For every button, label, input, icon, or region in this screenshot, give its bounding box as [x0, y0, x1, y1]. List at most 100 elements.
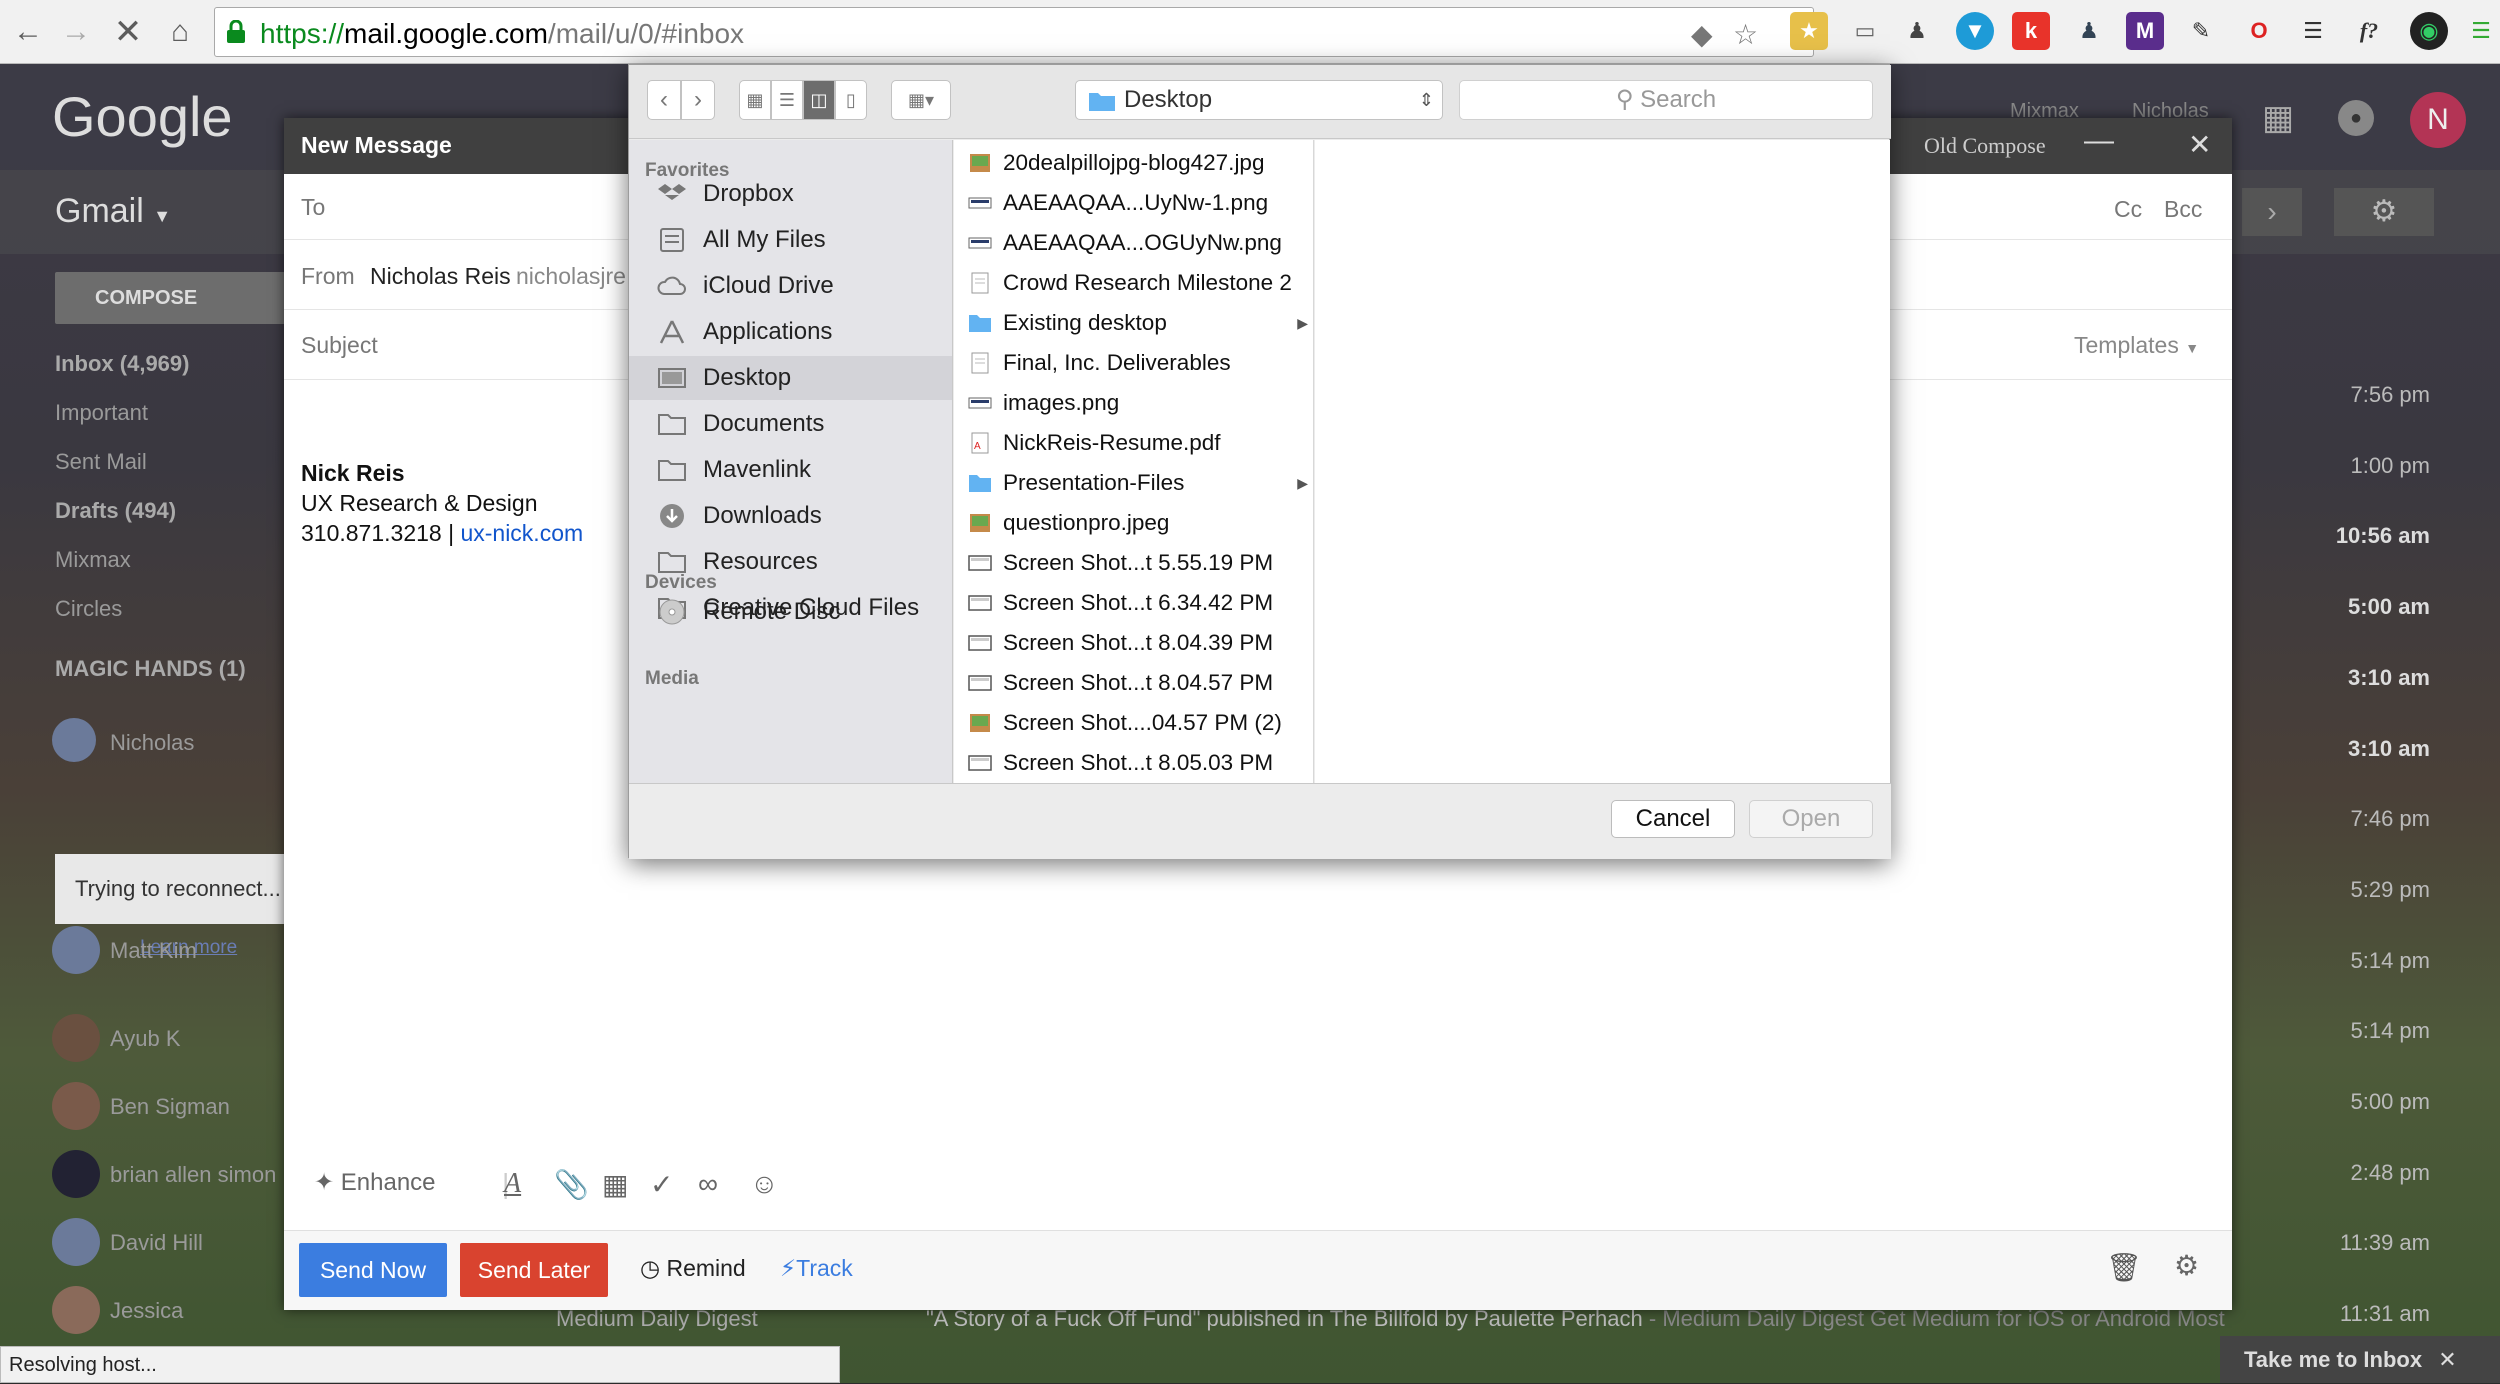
- folder-item[interactable]: Existing desktop ▶: [954, 307, 1314, 339]
- format-text-icon[interactable]: A: [504, 1168, 521, 1200]
- sidebar-item-dropbox[interactable]: Dropbox: [629, 172, 952, 216]
- link-icon[interactable]: ∞: [698, 1168, 718, 1200]
- old-compose-link[interactable]: Old Compose: [1924, 133, 2046, 159]
- sidebar-item-desktop[interactable]: Desktop: [629, 356, 952, 400]
- extension-icon[interactable]: ▼: [1956, 12, 1994, 50]
- mail-time: 11:39 am: [2339, 1230, 2430, 1256]
- file-item[interactable]: AAEAAQAA...UyNw-1.png: [954, 187, 1314, 219]
- nav-inbox[interactable]: Inbox (4,969): [55, 351, 189, 377]
- mixmax-icon[interactable]: M: [2126, 12, 2164, 50]
- sidebar-item-downloads[interactable]: Downloads: [629, 494, 952, 538]
- extension-icon[interactable]: ★: [1790, 12, 1828, 50]
- gmail-label[interactable]: Gmail ▼: [55, 192, 171, 231]
- location-popup[interactable]: Desktop ⇕: [1075, 80, 1443, 120]
- close-icon[interactable]: ✕: [2438, 1347, 2456, 1372]
- cancel-button[interactable]: Cancel: [1611, 800, 1735, 838]
- arrange-menu-icon[interactable]: ▦▾: [891, 80, 951, 120]
- sidebar-item-all-my-files[interactable]: All My Files: [629, 218, 952, 262]
- nav-mixmax[interactable]: Mixmax: [55, 547, 131, 573]
- settings-gear-icon[interactable]: ⚙: [2334, 188, 2434, 236]
- file-item[interactable]: Screen Shot...t 5.55.19 PM: [954, 547, 1314, 579]
- take-me-to-inbox[interactable]: Take me to Inbox ✕: [2220, 1336, 2500, 1383]
- nav-circles[interactable]: Circles: [55, 596, 122, 622]
- sidebar-item-mavenlink[interactable]: Mavenlink: [629, 448, 952, 492]
- cc-button[interactable]: Cc: [2114, 196, 2142, 223]
- file-item[interactable]: Screen Shot...t 8.04.39 PM: [954, 627, 1314, 659]
- contact-item[interactable]: Jessica: [110, 1298, 183, 1324]
- nav-important[interactable]: Important: [55, 400, 148, 426]
- nav-sent[interactable]: Sent Mail: [55, 449, 147, 475]
- list-view-icon[interactable]: ☰: [771, 80, 803, 120]
- forward-icon[interactable]: ›: [681, 80, 715, 120]
- folder-item[interactable]: Presentation-Files ▶: [954, 467, 1314, 499]
- cast-icon[interactable]: ▭: [1846, 12, 1884, 50]
- send-later-button[interactable]: Send Later: [460, 1243, 608, 1297]
- send-now-button[interactable]: Send Now: [299, 1243, 447, 1297]
- file-item[interactable]: Final, Inc. Deliverables: [954, 347, 1314, 379]
- file-item[interactable]: AAEAAQAA...OGUyNw.png: [954, 227, 1314, 259]
- file-item[interactable]: Screen Shot...t 8.05.03 PM: [954, 747, 1314, 779]
- close-icon[interactable]: ✕: [2188, 128, 2211, 161]
- compose-button[interactable]: COMPOSE: [55, 272, 305, 324]
- templates-dropdown[interactable]: Templates ▼: [2074, 332, 2199, 359]
- extension-k-icon[interactable]: k: [2012, 12, 2050, 50]
- attachment-icon[interactable]: 📎: [554, 1168, 589, 1201]
- bookmark-star-icon[interactable]: ☆: [1733, 18, 1758, 51]
- avatar[interactable]: N: [2410, 92, 2466, 148]
- remind-button[interactable]: ◷ Remind: [640, 1255, 746, 1282]
- extension-icon[interactable]: ♟: [2070, 12, 2108, 50]
- file-item[interactable]: Screen Shot...t 6.34.42 PM: [954, 587, 1314, 619]
- checkmark-icon[interactable]: ✓: [650, 1168, 673, 1201]
- column-view-icon[interactable]: ◫: [803, 80, 835, 120]
- address-bar[interactable]: https://mail.google.com/mail/u/0/#inbox …: [214, 7, 1814, 57]
- file-item[interactable]: Screen Shot....04.57 PM (2): [954, 707, 1314, 739]
- evernote-icon[interactable]: ♟: [1898, 12, 1936, 50]
- file-item[interactable]: A NickReis-Resume.pdf: [954, 427, 1314, 459]
- forward-icon[interactable]: →: [56, 12, 96, 52]
- enhance-button[interactable]: ✦ Enhance: [314, 1168, 436, 1197]
- back-icon[interactable]: ←: [8, 12, 48, 52]
- sidebar-item-icloud-drive[interactable]: iCloud Drive: [629, 264, 952, 308]
- contact-item[interactable]: Matt Kim: [110, 938, 197, 964]
- file-item[interactable]: Screen Shot...t 8.04.57 PM: [954, 667, 1314, 699]
- back-icon[interactable]: ‹: [647, 80, 681, 120]
- settings-gear-icon[interactable]: ⚙: [2174, 1249, 2199, 1282]
- minimize-icon[interactable]: —: [2084, 124, 2114, 158]
- calendar-icon[interactable]: ▦: [602, 1168, 628, 1201]
- nav-drafts[interactable]: Drafts (494): [55, 498, 176, 524]
- layers-icon[interactable]: ☰: [2294, 12, 2332, 50]
- extension-diamond-icon[interactable]: ◆: [1691, 18, 1713, 51]
- magic-hands-label[interactable]: MAGIC HANDS (1): [55, 656, 246, 682]
- file-item[interactable]: questionpro.jpeg: [954, 507, 1314, 539]
- file-item[interactable]: images.png: [954, 387, 1314, 419]
- next-page-icon[interactable]: ›: [2242, 188, 2302, 236]
- trash-icon[interactable]: 🗑: [2106, 1251, 2142, 1284]
- menu-icon[interactable]: ☰: [2462, 12, 2500, 50]
- signature-link[interactable]: ux-nick.com: [460, 520, 583, 546]
- bcc-button[interactable]: Bcc: [2164, 196, 2202, 223]
- track-button[interactable]: ⚡Track: [780, 1255, 853, 1282]
- extension-icon[interactable]: ◉: [2410, 12, 2448, 50]
- emoji-icon[interactable]: ☺: [750, 1168, 779, 1200]
- function-icon[interactable]: f?: [2350, 12, 2388, 50]
- file-item[interactable]: 20dealpillojpg-blog427.jpg: [954, 147, 1314, 179]
- sidebar-item-applications[interactable]: Applications: [629, 310, 952, 354]
- icon-view-icon[interactable]: ▦: [739, 80, 771, 120]
- notifications-icon[interactable]: ●: [2338, 100, 2374, 136]
- opera-icon[interactable]: O: [2240, 12, 2278, 50]
- contact-item[interactable]: Ben Sigman: [110, 1094, 230, 1120]
- sidebar-item-documents[interactable]: Documents: [629, 402, 952, 446]
- contact-item[interactable]: Ayub K: [110, 1026, 181, 1052]
- stop-icon[interactable]: ✕: [108, 12, 148, 52]
- account-name[interactable]: Nicholas: [110, 730, 194, 756]
- file-item[interactable]: Crowd Research Milestone 2: [954, 267, 1314, 299]
- contact-item[interactable]: brian allen simon: [110, 1162, 276, 1188]
- apps-grid-icon[interactable]: ▦: [2262, 98, 2294, 138]
- coverflow-view-icon[interactable]: ▯: [835, 80, 867, 120]
- open-button[interactable]: Open: [1749, 800, 1873, 838]
- home-icon[interactable]: ⌂: [160, 12, 200, 52]
- sidebar-item-remote-disc[interactable]: Remote Disc: [629, 590, 952, 634]
- contact-item[interactable]: David Hill: [110, 1230, 203, 1256]
- search-input[interactable]: ⚲ Search: [1459, 80, 1873, 120]
- eyedropper-icon[interactable]: ✎: [2182, 12, 2220, 50]
